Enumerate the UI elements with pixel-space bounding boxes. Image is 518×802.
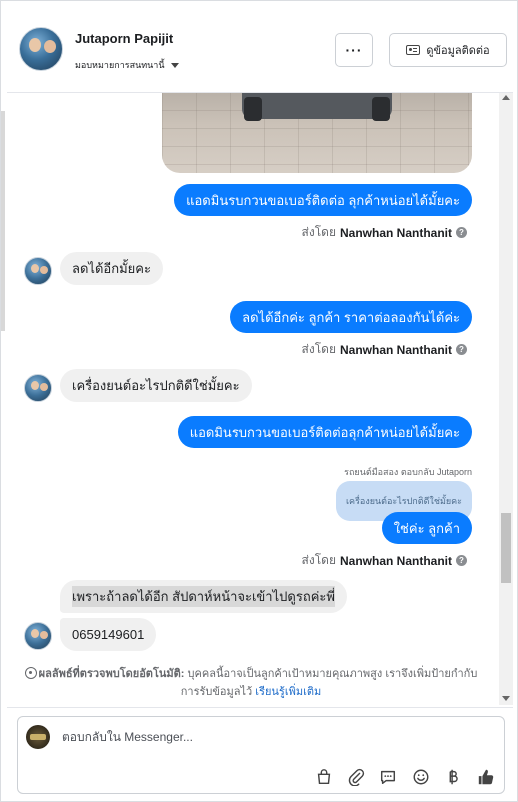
car-image: [242, 93, 392, 119]
learn-more-link[interactable]: เรียนรู้เพิ่มเติม: [255, 686, 321, 698]
sent-by-label: ส่งโดย Nanwhan Nanthanit ?: [302, 340, 467, 359]
saved-reply-icon[interactable]: [378, 767, 398, 787]
auto-detected-result: ผลลัพธ์ที่ตรวจพบโดยอัตโนมัติ: บุคคลนี้อา…: [21, 665, 481, 701]
assign-label: มอบหมายการสนทนานี้: [75, 60, 165, 70]
thumbs-up-icon[interactable]: [476, 767, 496, 787]
page-avatar: [26, 725, 50, 749]
scroll-thumb[interactable]: [501, 513, 511, 583]
info-icon[interactable]: ?: [456, 555, 467, 566]
reply-composer[interactable]: [17, 716, 505, 794]
incoming-message[interactable]: ลดได้อีกมั้ยคะ: [60, 252, 163, 285]
incoming-message-phone[interactable]: 0659149601: [60, 618, 157, 651]
reply-input[interactable]: [62, 730, 482, 744]
info-icon[interactable]: ?: [456, 227, 467, 238]
left-panel-edge: [1, 111, 5, 331]
outgoing-message[interactable]: แอดมินรบกวนขอเบอร์ติดต่อ ลุกค้าหน่อยได้ม…: [174, 184, 472, 216]
composer-area: [7, 707, 513, 797]
shopping-bag-icon[interactable]: [314, 767, 334, 787]
outgoing-message[interactable]: ลดได้อีกค่ะ ลูกค้า ราคาต่อลองกันได้ค่ะ: [230, 301, 472, 333]
highlighted-text: เพราะถ้าลดได้อีก สัปดาห์หน้าจะเข้าไปดูรถ…: [72, 586, 335, 607]
sender-avatar[interactable]: [24, 257, 52, 285]
contact-card-icon: [406, 45, 421, 55]
message-thread[interactable]: แอดมินรบกวนขอเบอร์ติดต่อ ลุกค้าหน่อยได้ม…: [7, 93, 507, 705]
outgoing-message[interactable]: แอดมินรบกวนขอเบอร์ติดต่อลุกค้าหน่อยได้มั…: [177, 416, 472, 448]
incoming-message[interactable]: เพราะถ้าลดได้อีก สัปดาห์หน้าจะเข้าไปดูรถ…: [60, 580, 347, 613]
outgoing-reply-message[interactable]: ใช่ค่ะ ลูกค้า: [381, 512, 472, 544]
ai-detect-icon: [24, 667, 37, 679]
sent-by-label: ส่งโดย Nanwhan Nanthanit ?: [302, 551, 467, 570]
conversation-header: Jutaporn Papijit มอบหมายการสนทนานี้ ··· …: [7, 15, 513, 89]
view-contact-info-button[interactable]: ดูข้อมูลติดต่อ: [389, 33, 507, 67]
assign-conversation-dropdown[interactable]: มอบหมายการสนทนานี้: [75, 58, 179, 72]
more-options-button[interactable]: ···: [335, 33, 373, 67]
info-icon[interactable]: ?: [456, 344, 467, 355]
sent-by-label: ส่งโดย Nanwhan Nanthanit ?: [302, 223, 467, 242]
sender-avatar[interactable]: [24, 622, 52, 650]
baht-icon[interactable]: [443, 767, 463, 787]
scroll-up-arrow-icon[interactable]: [502, 95, 510, 100]
messenger-panel: Jutaporn Papijit มอบหมายการสนทนานี้ ··· …: [0, 0, 518, 802]
thread-scrollbar[interactable]: [499, 93, 513, 705]
scroll-down-arrow-icon[interactable]: [502, 696, 510, 701]
image-attachment[interactable]: [162, 93, 472, 173]
view-contact-info-label: ดูข้อมูลติดต่อ: [426, 45, 490, 57]
sender-avatar[interactable]: [24, 374, 52, 402]
contact-name[interactable]: Jutaporn Papijit: [75, 31, 173, 46]
paperclip-icon[interactable]: [346, 767, 366, 787]
reply-context: รถยนต์มือสอง ตอบกลับ Jutaporn: [344, 467, 472, 477]
caret-down-icon: [170, 62, 179, 68]
emoji-icon[interactable]: [411, 767, 431, 787]
incoming-message[interactable]: เครื่องยนต์อะไรปกติดีใช่มั้ยคะ: [60, 369, 252, 402]
contact-avatar[interactable]: [19, 27, 63, 71]
